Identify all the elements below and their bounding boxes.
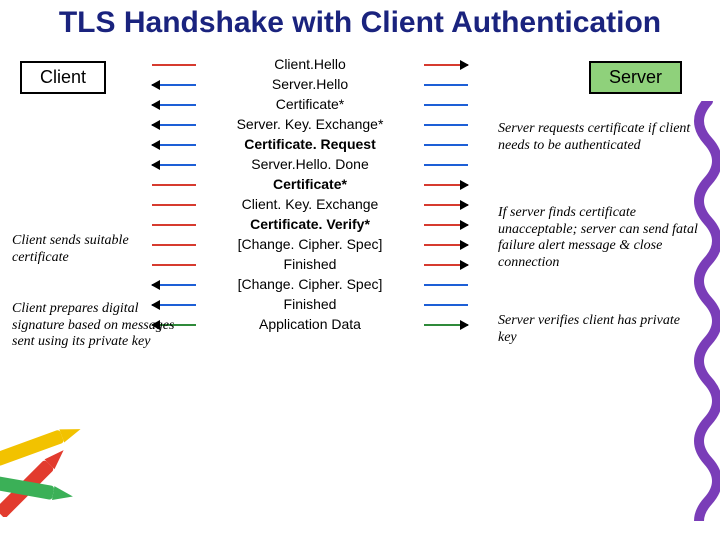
arrow-right-icon [424,104,468,106]
arrow-right-icon [424,84,468,86]
note-client-signature: Client prepares digital signature based … [12,301,192,351]
handshake-message: Certificate. Verify* [200,217,420,231]
arrow-left-icon [152,144,196,146]
note-server-request: Server requests certificate if client ne… [498,121,706,154]
note-server-reject: If server finds certificate unacceptable… [498,205,712,271]
arrow-right-icon [424,324,468,326]
handshake-message: Finished [200,297,420,311]
handshake-message: [Change. Cipher. Spec] [200,277,420,291]
message-label: Server.Hello. Done [249,157,371,171]
arrow-right-icon [424,264,468,266]
message-label: Server. Key. Exchange* [235,117,386,131]
arrow-left-icon [152,284,196,286]
message-column: Client.Hello Server.Hello Certificate* Serv… [200,51,420,337]
arrow-right-icon [424,244,468,246]
message-label: [Change. Cipher. Spec] [236,237,385,251]
crayons-decoration-icon [0,387,106,517]
handshake-message: Server. Key. Exchange* [200,117,420,131]
message-label: [Change. Cipher. Spec] [236,277,385,291]
handshake-message: Application Data [200,317,420,331]
message-label: Certificate* [274,97,346,111]
arrow-left-icon [152,84,196,86]
squiggle-decoration-icon [688,101,720,521]
arrow-left-icon [152,104,196,106]
server-box: Server [589,61,682,94]
message-label: Finished [282,297,339,311]
handshake-message: Client. Key. Exchange [200,197,420,211]
arrow-right-icon [424,224,468,226]
handshake-message: Server.Hello. Done [200,157,420,171]
diagram-stage: Client Server Client.Hello Server.Hello Ce… [0,49,720,509]
message-label: Server.Hello [270,77,350,91]
arrow-left-icon [152,184,196,186]
message-label: Client.Hello [272,57,348,71]
arrow-right-icon [424,284,468,286]
handshake-message: Finished [200,257,420,271]
handshake-message: Server.Hello [200,77,420,91]
handshake-message: Client.Hello [200,57,420,71]
arrow-right-icon [424,144,468,146]
arrow-left-icon [152,204,196,206]
message-label: Application Data [257,317,363,331]
arrow-right-icon [424,304,468,306]
arrow-left-icon [152,64,196,66]
arrow-left-icon [152,124,196,126]
note-client-cert: Client sends suitable certificate [12,233,182,266]
handshake-message: Certificate* [200,177,420,191]
arrow-right-icon [424,204,468,206]
arrow-left-icon [152,164,196,166]
page-title: TLS Handshake with Client Authentication [0,0,720,49]
arrow-right-icon [424,124,468,126]
arrow-right-icon [424,164,468,166]
client-box: Client [20,61,106,94]
arrow-left-icon [152,224,196,226]
arrow-right-icon [424,184,468,186]
message-label: Certificate. Verify* [248,217,372,231]
handshake-message: Certificate* [200,97,420,111]
note-server-verify: Server verifies client has private key [498,313,698,346]
handshake-message: [Change. Cipher. Spec] [200,237,420,251]
arrow-right-icon [424,64,468,66]
message-label: Finished [282,257,339,271]
message-label: Certificate. Request [242,137,377,151]
message-label: Client. Key. Exchange [240,197,381,211]
message-label: Certificate* [271,177,349,191]
handshake-message: Certificate. Request [200,137,420,151]
